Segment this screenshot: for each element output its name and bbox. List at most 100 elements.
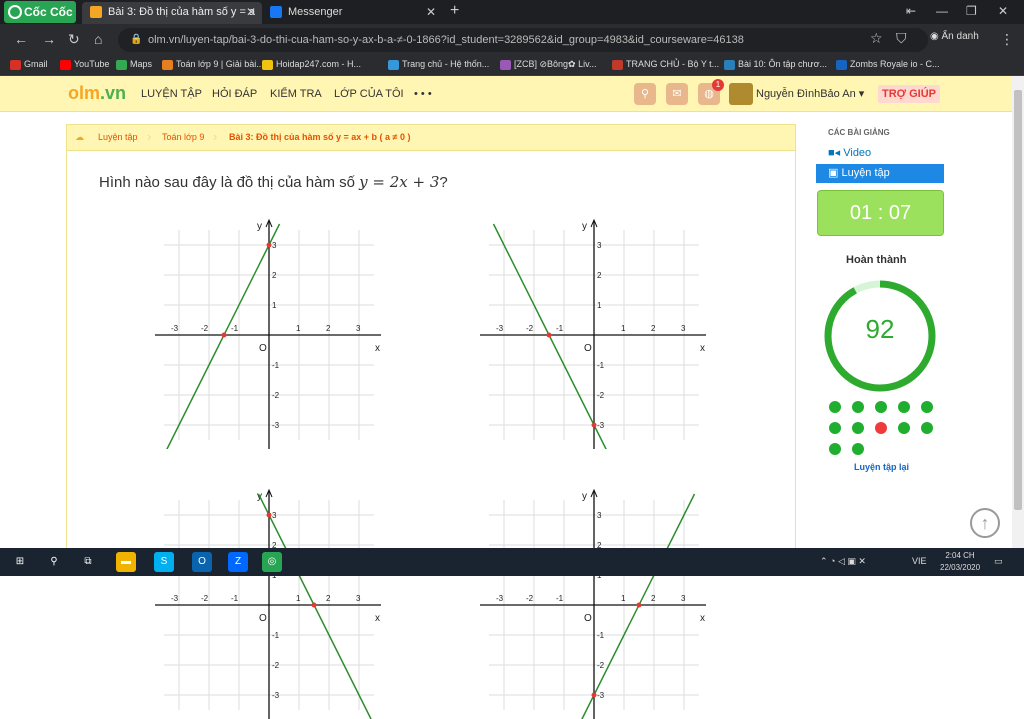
answer-dot[interactable] <box>898 422 910 434</box>
scrollbar-thumb[interactable] <box>1014 90 1022 510</box>
coccoc-menu-button[interactable]: Cốc Cốc <box>4 1 76 23</box>
tab-label: Messenger <box>288 6 343 18</box>
bookmark-label: Gmail <box>24 59 48 69</box>
reload-icon[interactable]: ↻ <box>68 31 80 48</box>
graph-option-a[interactable]: y x O -3 -2 -1 1 2 3 3 2 1 -1 -2 -3 <box>155 217 385 449</box>
sidebar-item-luyen-tap[interactable]: ▣ Luyện tập <box>816 164 944 183</box>
bookmark-item[interactable]: Bài 10: Ôn tập chươ... <box>724 59 827 70</box>
answer-dot[interactable] <box>829 443 841 455</box>
incognito-indicator[interactable]: ◉ Ẩn danh <box>930 31 979 42</box>
outlook-icon[interactable]: O <box>192 552 212 572</box>
windows-start-icon[interactable]: ⊞ <box>10 552 30 572</box>
tab-messenger[interactable]: Messenger ✕ <box>262 2 442 24</box>
answer-dot[interactable] <box>898 401 910 413</box>
y-axis-label: y <box>257 221 262 232</box>
menu-hoi-dap[interactable]: HỎI ĐÁP <box>212 88 257 100</box>
breadcrumb-separator-icon: › <box>147 129 152 144</box>
answer-dot[interactable] <box>852 443 864 455</box>
tab-olm[interactable]: Bài 3: Đồ thị của hàm số y = a ✕ <box>82 2 262 24</box>
answer-dot[interactable] <box>875 422 887 434</box>
olm-logo[interactable]: olm.vn <box>68 83 126 104</box>
zalo-icon[interactable]: Z <box>228 552 248 572</box>
url-field[interactable]: 🔒 olm.vn/luyen-tap/bai-3-do-thi-cua-ham-… <box>118 28 928 52</box>
lesson-sidebar: CÁC BÀI GIẢNG ■◂ Video ▣ Luyện tập 01 : … <box>816 124 946 548</box>
close-window-icon[interactable]: ✕ <box>998 0 1008 22</box>
answer-dot[interactable] <box>852 401 864 413</box>
tray-icons[interactable]: ⌃ ◔ ◁ ▣ ✕ <box>820 556 866 567</box>
home-icon[interactable]: ⌂ <box>94 31 102 47</box>
language-indicator[interactable]: VIE <box>912 556 927 566</box>
x-axis-label: x <box>700 343 705 354</box>
x-tick-label: -2 <box>201 594 209 603</box>
avatar[interactable] <box>729 83 753 105</box>
bookmark-item[interactable]: Zombs Royale io - C... <box>836 59 940 70</box>
chat-icon[interactable]: ✉ <box>666 83 688 105</box>
bookmark-item[interactable]: Maps <box>116 59 152 70</box>
file-explorer-icon[interactable]: ▬ <box>116 552 136 572</box>
answer-dot[interactable] <box>829 422 841 434</box>
graph-option-c[interactable]: yxO-3-2-1123321-1-2-3 <box>155 487 385 719</box>
bookmark-item[interactable]: [ZCB] ⊘Bông✿ Liv... <box>500 59 596 70</box>
scroll-top-button[interactable]: ↑ <box>970 508 1000 538</box>
restore-icon[interactable]: ❐ <box>966 0 977 22</box>
new-tab-icon[interactable]: + <box>450 0 459 22</box>
url-text: olm.vn/luyen-tap/bai-3-do-thi-cua-ham-so… <box>148 34 744 46</box>
y-tick-label: -1 <box>597 631 605 640</box>
graph-option-d[interactable]: yxO-3-2-1123321-1-2-3 <box>480 487 710 719</box>
x-tick-label: 1 <box>621 594 626 603</box>
y-tick-label: -2 <box>597 391 605 400</box>
breadcrumb-toan-lop-9[interactable]: Toán lớp 9 <box>162 132 204 142</box>
sidebar-item-video[interactable]: ■◂ Video <box>816 144 944 163</box>
back-icon[interactable]: ← <box>14 31 28 47</box>
notifications-icon[interactable]: ▭ <box>994 556 1003 567</box>
y-tick-label: 2 <box>272 271 277 280</box>
sidebar-section-label: CÁC BÀI GIẢNG <box>828 128 890 137</box>
answer-dot[interactable] <box>921 422 933 434</box>
bookmark-favicon-icon <box>60 60 71 70</box>
skype-icon[interactable]: S <box>154 552 174 572</box>
browser-menu-icon[interactable]: ⋮ <box>1000 31 1014 48</box>
retry-link[interactable]: Luyện tập lại <box>854 462 909 472</box>
bookmark-item[interactable]: YouTube <box>60 59 109 70</box>
page-scrollbar[interactable] <box>1012 76 1024 548</box>
bookmark-item[interactable]: Hoidap247.com - H... <box>262 59 361 70</box>
graph-option-b[interactable]: y x O -3 -2 -1 1 2 3 3 2 1 -1 -2 -3 <box>480 217 710 449</box>
menu-lop-cua-toi[interactable]: LỚP CỦA TÔI <box>334 88 404 100</box>
task-view-icon[interactable]: ⧉ <box>78 552 98 572</box>
clock[interactable]: 2:04 CH 22/03/2020 <box>940 550 980 574</box>
menu-more[interactable]: • • • <box>414 88 432 100</box>
close-tab-icon[interactable]: ✕ <box>426 2 436 22</box>
bookmarks-bar: Gmail YouTube Maps Toán lớp 9 | Giải bài...… <box>0 56 1024 76</box>
search-icon[interactable]: ⚲ <box>44 552 64 572</box>
bookmark-star-icon[interactable]: ☆ <box>870 30 883 47</box>
menu-luyen-tap[interactable]: LUYỆN TẬP <box>141 88 202 100</box>
breadcrumb-luyen-tap[interactable]: Luyện tập <box>98 132 138 142</box>
menu-kiem-tra[interactable]: KIỂM TRA <box>270 88 322 100</box>
bookmark-item[interactable]: TRANG CHỦ - Bộ Y t... <box>612 59 719 70</box>
question-suffix: ? <box>439 174 448 191</box>
forward-icon[interactable]: → <box>42 31 56 47</box>
answer-dot[interactable] <box>875 401 887 413</box>
score-value: 92 <box>865 314 895 344</box>
x-tick-label: -3 <box>171 594 179 603</box>
help-button[interactable]: TRỢ GIÚP <box>878 85 940 103</box>
answer-dot[interactable] <box>921 401 933 413</box>
function-line <box>492 223 607 449</box>
minimize-icon[interactable]: — <box>936 0 948 22</box>
sidebar-item-label: Luyện tập <box>841 167 890 179</box>
y-axis-label: y <box>582 221 587 232</box>
user-menu[interactable]: Nguyễn ĐìnhBảo An ▾ <box>756 87 864 100</box>
bookmark-item[interactable]: Gmail <box>10 59 48 70</box>
bookmark-item[interactable]: Toán lớp 9 | Giải bài... <box>162 59 264 70</box>
tab-search-icon[interactable]: ⇤ <box>906 0 916 22</box>
close-tab-icon[interactable]: ✕ <box>246 2 256 22</box>
bookmark-item[interactable]: Trang chủ - Hệ thốn... <box>388 59 489 70</box>
shield-icon[interactable]: ⛉ <box>896 30 907 47</box>
clock-date: 22/03/2020 <box>940 563 981 572</box>
x-intercept-point <box>221 332 227 338</box>
answer-dot[interactable] <box>852 422 864 434</box>
profile-icon[interactable]: ⚲ <box>634 83 656 105</box>
answer-dot[interactable] <box>829 401 841 413</box>
y-tick-label: -2 <box>272 391 280 400</box>
coccoc-taskbar-icon[interactable]: ◎ <box>262 552 282 572</box>
